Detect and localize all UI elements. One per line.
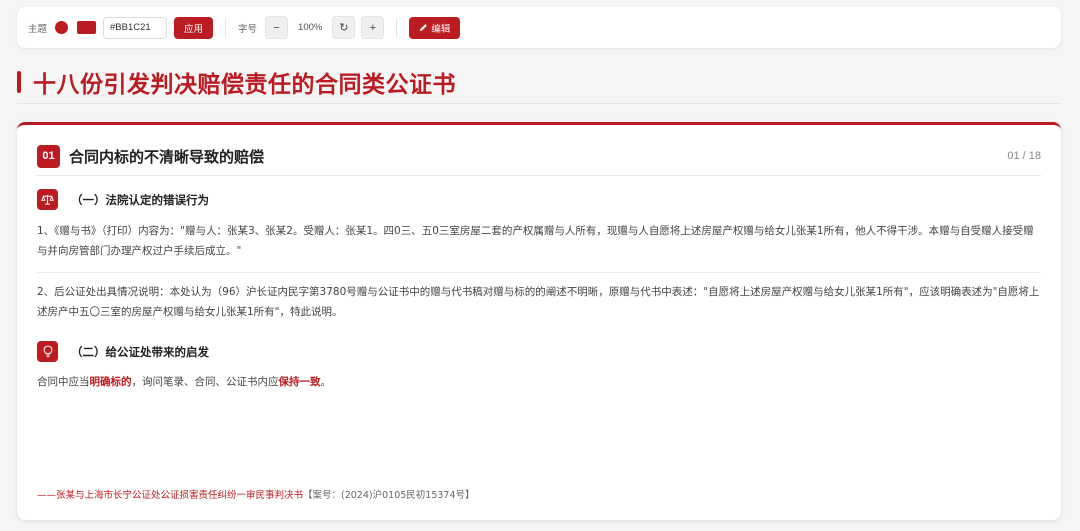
paragraph-divider: [37, 272, 1041, 273]
toolbar-divider: [396, 18, 398, 37]
card-number-badge: 01: [37, 144, 60, 168]
source-title: ——张某与上海市长宁公证处公证损害责任纠纷一审民事判决书: [37, 490, 304, 501]
insight-text: 。: [320, 376, 332, 388]
apply-button[interactable]: 应用: [174, 16, 214, 39]
card-header: 01 合同内标的不清晰导致的赔偿 01 / 18: [37, 143, 1041, 169]
scales-icon: [37, 189, 58, 210]
font-size-label: 字号: [238, 23, 258, 35]
card-title: 合同内标的不清晰导致的赔偿: [69, 147, 265, 166]
section-title: （一）法院认定的错误行为: [71, 192, 209, 207]
insight-text: ，询问笔录、合同、公证书内应: [131, 376, 279, 388]
insight-paragraph: 合同中应当明确标的，询问笔录、合同、公证书内应保持一致。: [37, 372, 1041, 392]
finding-paragraph-1: 1、《赠与书》（打印）内容为："赠与人：张某3、张某2。受赠人：张某1。四0三、…: [37, 225, 1034, 257]
edit-button[interactable]: 编辑: [409, 16, 461, 39]
color-picker-swatch[interactable]: [77, 21, 97, 34]
source-citation: ——张某与上海市长宁公证处公证损害责任纠纷一审民事判决书【案号：(2024)沪0…: [37, 487, 475, 501]
header-divider: [37, 175, 1041, 176]
increase-font-button[interactable]: +: [361, 16, 385, 39]
edit-label: 编辑: [431, 23, 451, 35]
insight-text: 合同中应当: [37, 376, 90, 388]
section-title: （二）给公证处带来的启发: [71, 344, 209, 359]
card-pager: 01 / 18: [1007, 150, 1041, 162]
lightbulb-icon: [37, 341, 58, 362]
title-divider: [17, 103, 1061, 104]
reset-icon: ↻: [339, 22, 349, 34]
hex-color-input[interactable]: [103, 16, 168, 39]
toolbar-divider: [225, 18, 227, 37]
reset-font-button[interactable]: ↻: [332, 16, 356, 39]
minus-icon: −: [273, 21, 280, 34]
finding-paragraph-2: 2、后公证处出具情况说明：本处认为（96）沪长证内民字第3780号赠与公证书中的…: [37, 286, 1040, 318]
title-accent-bar: [17, 71, 21, 93]
plus-icon: +: [369, 21, 377, 34]
theme-color-dot[interactable]: [55, 21, 69, 34]
zoom-level: 100%: [298, 22, 323, 33]
section-insight: （二）给公证处带来的启发: [37, 341, 209, 362]
case-card: 01 合同内标的不清晰导致的赔偿 01 / 18 （一）法院认定的错误行为 1、…: [17, 122, 1061, 520]
toolbar: 主题 应用 字号 − 100% ↻ + 编辑: [17, 7, 1061, 48]
pencil-icon: [420, 24, 428, 32]
page-title: 十八份引发判决赔偿责任的合同类公证书: [33, 72, 456, 98]
insight-highlight: 保持一致: [278, 376, 321, 388]
case-number: 【案号：(2024)沪0105民初15374号】: [303, 490, 475, 501]
theme-label: 主题: [28, 23, 48, 35]
decrease-font-button[interactable]: −: [265, 16, 289, 39]
page-title-block: 十八份引发判决赔偿责任的合同类公证书: [17, 66, 456, 98]
section-court-findings: （一）法院认定的错误行为: [37, 189, 209, 210]
insight-highlight: 明确标的: [89, 376, 132, 388]
